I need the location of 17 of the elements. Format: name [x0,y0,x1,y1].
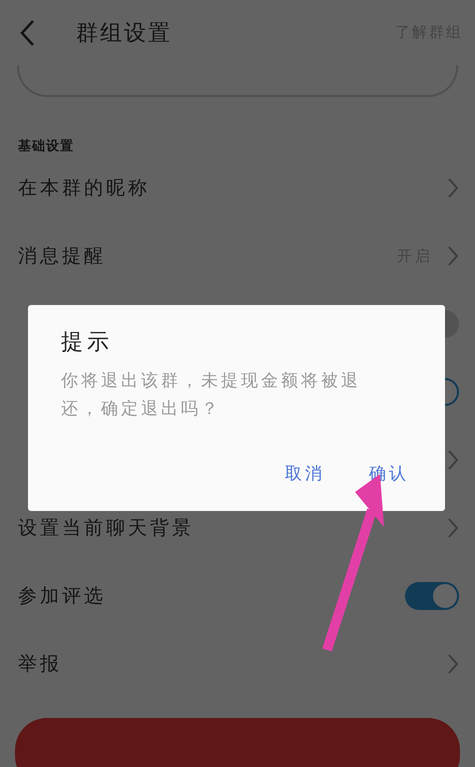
page-title: 群组设置 [76,20,173,48]
chevron-right-icon[interactable] [447,517,459,539]
chevron-right-icon[interactable] [447,653,459,675]
setting-label: 消息提醒 [18,244,107,269]
chevron-right-icon[interactable] [447,449,459,471]
toggle-switch[interactable] [405,582,459,610]
dialog-title: 提示 [61,329,114,357]
setting-label: 举报 [18,652,63,677]
section-header: 基础设置 [17,138,74,154]
chevron-right-icon[interactable] [447,245,459,267]
chevron-right-icon[interactable] [447,177,459,199]
setting-label: 参加评选 [18,584,107,609]
setting-label: 设置当前聊天背景 [18,516,195,541]
setting-label: 在本群的昵称 [18,176,151,201]
exit-group-button[interactable] [15,718,460,767]
dialog-message: 你将退出该群，未提现金额将被退还，确定退出吗？ [61,370,362,421]
dialog-button[interactable]: 取消 [285,460,325,487]
